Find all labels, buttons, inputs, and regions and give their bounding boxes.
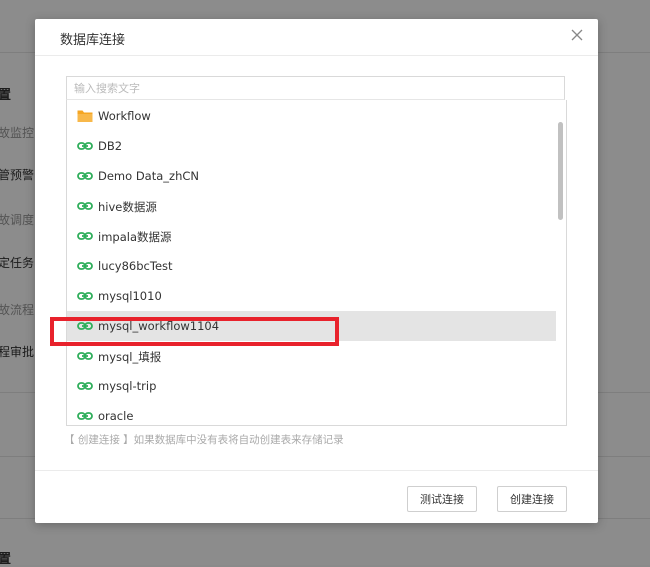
list-item[interactable]: mysql1010 <box>67 281 557 311</box>
link-icon <box>77 352 93 360</box>
list-item-label: mysql1010 <box>98 289 162 303</box>
search-input[interactable] <box>66 76 565 100</box>
list-item[interactable]: mysql_填报 <box>67 341 557 371</box>
list-item[interactable]: mysql-trip <box>67 371 557 401</box>
list-item-label: mysql_workflow1104 <box>98 319 220 333</box>
connection-list: Workflow DB2 Demo Data_zhCN hive数据源 impala数据… <box>66 100 567 426</box>
link-icon <box>77 202 93 210</box>
create-connection-button[interactable]: 创建连接 <box>497 486 567 512</box>
list-item-label: impala数据源 <box>98 230 172 244</box>
hint-text: 【 创建连接 】如果数据库中没有表将自动创建表来存储记录 <box>64 434 344 446</box>
list-item-label: hive数据源 <box>98 200 157 214</box>
close-icon[interactable] <box>570 28 584 42</box>
list-item[interactable]: Workflow <box>67 101 557 131</box>
list-item-label: mysql_填报 <box>98 350 162 364</box>
list-item[interactable]: hive数据源 <box>67 191 557 221</box>
database-connection-dialog: 数据库连接 Workflow DB2 Demo Data_zhCN hive数据源 im… <box>35 19 598 523</box>
list-item[interactable]: Demo Data_zhCN <box>67 161 557 191</box>
list-item[interactable]: mysql_workflow1104 <box>67 311 557 341</box>
link-icon <box>77 412 93 420</box>
footer-divider <box>35 470 598 471</box>
list-item[interactable]: lucy86bcTest <box>67 251 557 281</box>
dialog-title: 数据库连接 <box>60 33 126 48</box>
link-icon <box>77 322 93 330</box>
link-icon <box>77 142 93 150</box>
link-icon <box>77 292 93 300</box>
list-item[interactable]: DB2 <box>67 131 557 161</box>
link-icon <box>77 382 93 390</box>
link-icon <box>77 232 93 240</box>
list-item-label: mysql-trip <box>98 379 157 393</box>
test-connection-button[interactable]: 测试连接 <box>407 486 477 512</box>
folder-icon <box>77 110 93 122</box>
list-item[interactable]: impala数据源 <box>67 221 557 251</box>
scrollbar-thumb[interactable] <box>558 122 563 220</box>
list-item-label: oracle <box>98 409 134 423</box>
list-item-label: Demo Data_zhCN <box>98 169 199 183</box>
scrollbar[interactable] <box>556 100 566 425</box>
list-item[interactable]: oracle <box>67 401 557 425</box>
list-item-label: lucy86bcTest <box>98 259 173 273</box>
link-icon <box>77 172 93 180</box>
list-item-label: Workflow <box>98 109 151 123</box>
list-item-label: DB2 <box>98 139 123 153</box>
dialog-header: 数据库连接 <box>35 19 598 56</box>
link-icon <box>77 262 93 270</box>
